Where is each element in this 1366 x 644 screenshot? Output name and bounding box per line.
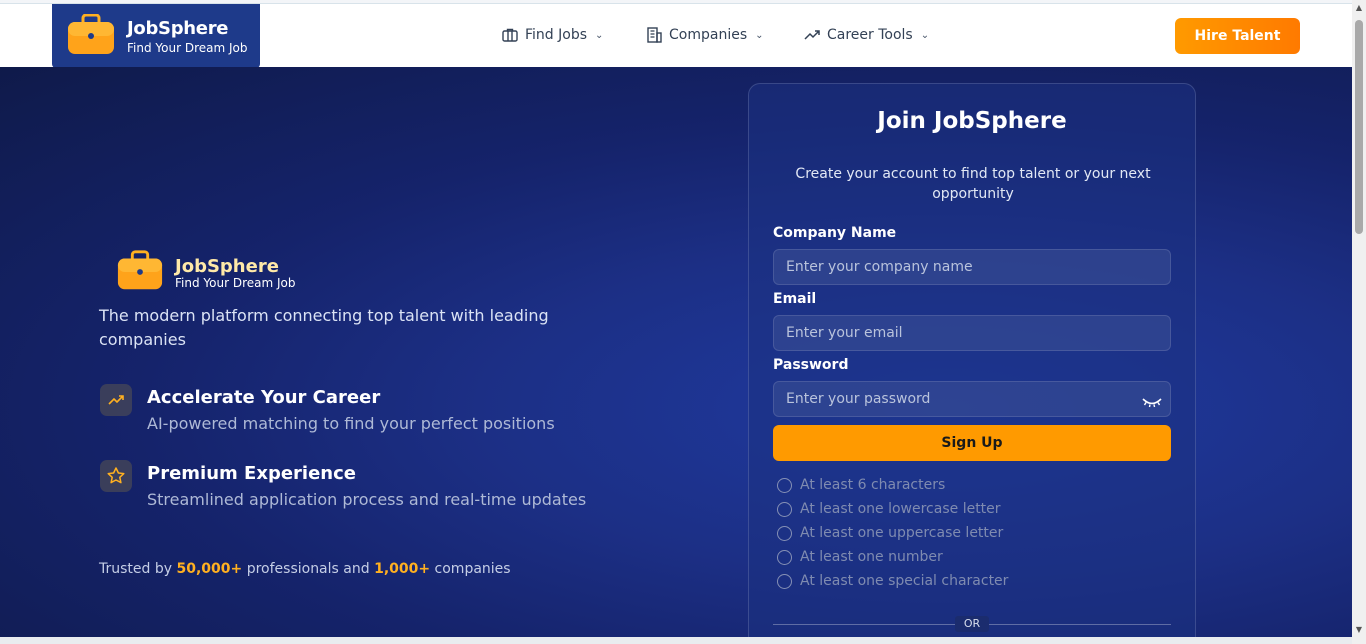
hero-section: JobSphere Find Your Dream Job The modern… <box>0 67 1352 637</box>
requirement-item: At least one uppercase letter <box>777 525 1003 541</box>
circle-icon <box>777 525 792 541</box>
star-icon <box>100 460 132 492</box>
bottom-strip <box>0 637 1352 644</box>
nav-career-tools-label: Career Tools <box>827 27 913 43</box>
email-label: Email <box>773 291 817 307</box>
trending-up-icon <box>100 384 132 416</box>
pros-count: 50,000+ <box>176 561 243 577</box>
requirement-text: At least one uppercase letter <box>800 525 1004 541</box>
circle-icon <box>777 501 792 517</box>
circle-icon <box>777 477 792 493</box>
scroll-up-icon[interactable]: ▲ <box>1354 3 1364 12</box>
password-label: Password <box>773 357 849 373</box>
feature-title: Premium Experience <box>147 463 356 484</box>
requirement-item: At least 6 characters <box>777 477 945 493</box>
requirement-item: At least one special character <box>777 573 1008 589</box>
or-divider: OR <box>955 616 989 632</box>
logo[interactable]: JobSphere Find Your Dream Job <box>52 4 260 68</box>
trusted-middle: professionals and <box>246 561 370 577</box>
scroll-down-icon[interactable]: ▼ <box>1354 625 1364 634</box>
feature-title: Accelerate Your Career <box>147 387 381 408</box>
companies-count: 1,000+ <box>374 561 431 577</box>
form-subtitle: Create your account to find top talent o… <box>795 166 1151 202</box>
nav-career-tools[interactable]: Career Tools ⌄ <box>803 26 929 44</box>
requirement-text: At least one special character <box>800 573 1009 589</box>
form-title: Join JobSphere <box>877 108 1067 134</box>
requirement-item: At least one number <box>777 549 943 565</box>
brand-subtitle: Find Your Dream Job <box>175 276 296 290</box>
trusted-suffix: companies <box>434 561 511 577</box>
chevron-down-icon: ⌄ <box>595 29 604 41</box>
eye-closed-icon[interactable] <box>1141 394 1163 410</box>
chevron-down-icon: ⌄ <box>755 29 764 41</box>
briefcase-logo-icon <box>117 250 163 290</box>
requirement-text: At least one number <box>800 549 943 565</box>
email-input[interactable] <box>773 315 1171 351</box>
building-icon <box>647 27 662 43</box>
trending-up-icon <box>804 30 820 40</box>
company-name-input[interactable] <box>773 249 1171 285</box>
trusted-statement: Trusted by 50,000+ professionals and 1,0… <box>99 561 511 577</box>
hero-tagline: The modern platform connecting top talen… <box>99 306 549 349</box>
briefcase-logo-icon <box>68 14 114 54</box>
sign-up-button[interactable]: Sign Up <box>773 425 1171 461</box>
circle-icon <box>777 549 792 565</box>
nav-companies[interactable]: Companies ⌄ <box>645 26 764 44</box>
nav-find-jobs[interactable]: Find Jobs ⌄ <box>501 26 603 44</box>
nav-companies-label: Companies <box>669 27 748 43</box>
requirement-item: At least one lowercase letter <box>777 501 1001 517</box>
password-input[interactable] <box>773 381 1171 417</box>
logo-title: JobSphere <box>127 18 229 39</box>
requirement-text: At least one lowercase letter <box>800 501 1001 517</box>
signup-card: Join JobSphere Create your account to fi… <box>748 83 1196 637</box>
company-name-label: Company Name <box>773 225 897 241</box>
logo-subtitle: Find Your Dream Job <box>127 41 248 55</box>
feature-desc: AI-powered matching to find your perfect… <box>147 414 555 433</box>
chevron-down-icon: ⌄ <box>920 29 930 41</box>
trusted-prefix: Trusted by <box>99 561 173 577</box>
hire-talent-button[interactable]: Hire Talent <box>1175 18 1300 54</box>
briefcase-icon <box>502 28 518 42</box>
circle-icon <box>777 573 792 589</box>
top-navbar: JobSphere Find Your Dream Job Find Jobs … <box>0 3 1352 68</box>
scrollbar-thumb[interactable] <box>1355 20 1363 234</box>
brand-title: JobSphere <box>175 256 279 277</box>
requirement-text: At least 6 characters <box>800 477 946 493</box>
feature-desc: Streamlined application process and real… <box>147 490 587 509</box>
nav-find-jobs-label: Find Jobs <box>525 27 588 43</box>
